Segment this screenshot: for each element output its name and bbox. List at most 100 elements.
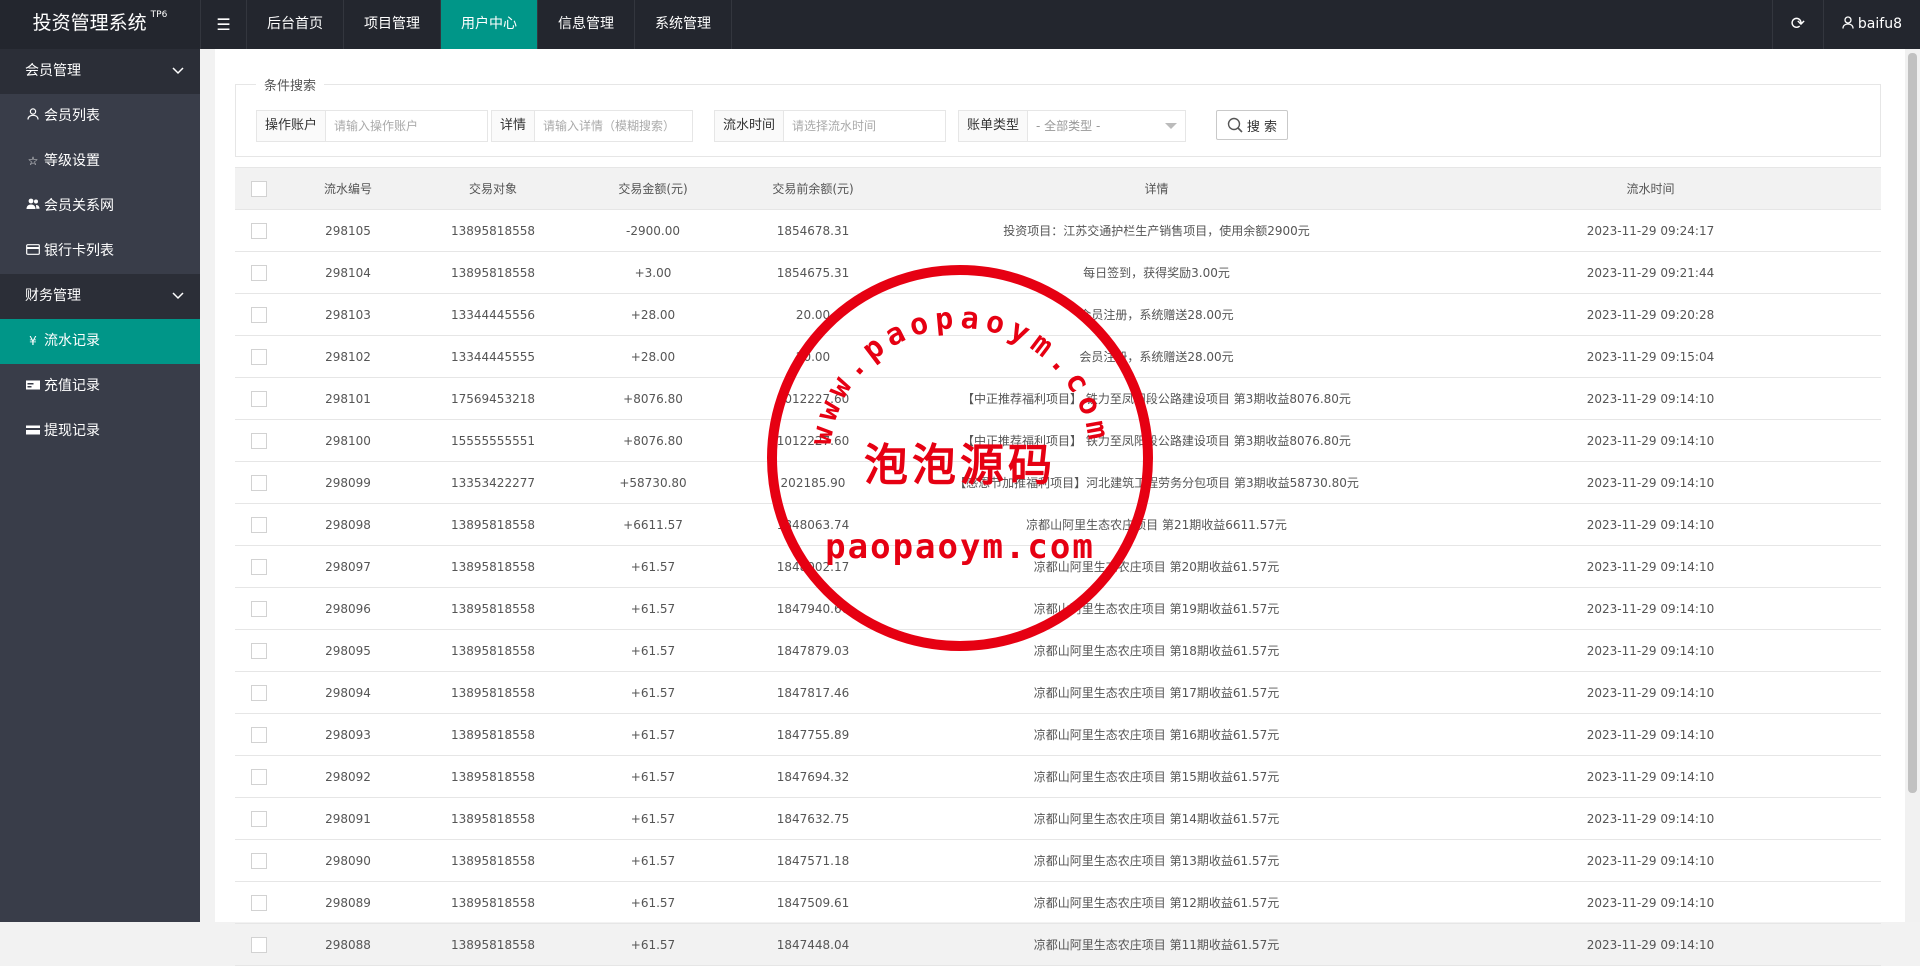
row-target: 13895818558	[413, 755, 573, 798]
row-checkbox[interactable]	[251, 222, 267, 239]
type-select[interactable]: - 全部类型 -	[1028, 111, 1185, 141]
nav-system[interactable]: 系统管理	[634, 0, 732, 49]
row-target: 13895818558	[413, 587, 573, 630]
row-target: 13895818558	[413, 671, 573, 714]
table-row: 298092 13895818558 +61.57 1847694.32 凉都山阿里生态…	[235, 755, 1881, 798]
row-target: 17569453218	[413, 377, 573, 420]
row-id: 298092	[283, 755, 413, 798]
table-row: 298094 13895818558 +61.57 1847817.46 凉都山阿里生态…	[235, 671, 1881, 714]
header-balance-before: 交易前余额(元)	[733, 167, 893, 210]
scrollbar-thumb[interactable]	[1908, 53, 1917, 793]
row-id: 298104	[283, 251, 413, 294]
account-input[interactable]	[326, 111, 488, 141]
row-checkbox[interactable]	[251, 432, 267, 449]
sidebar-item-recharge[interactable]: 充值记录	[0, 364, 200, 409]
row-detail: 凉都山阿里生态农庄项目 第11期收益61.57元	[893, 923, 1420, 966]
row-checkbox-cell	[235, 419, 283, 462]
row-id: 298101	[283, 377, 413, 420]
table-body: 298105 13895818558 -2900.00 1854678.31 投资项目：…	[235, 209, 1881, 966]
nav-dashboard[interactable]: 后台首页	[246, 0, 343, 49]
row-checkbox[interactable]	[251, 852, 267, 869]
row-checkbox[interactable]	[251, 306, 267, 323]
table-row: 298093 13895818558 +61.57 1847755.89 凉都山阿里生态…	[235, 713, 1881, 756]
nav-user-center[interactable]: 用户中心	[440, 0, 537, 49]
row-detail: 凉都山阿里生态农庄项目 第17期收益61.57元	[893, 671, 1420, 714]
row-checkbox[interactable]	[251, 558, 267, 575]
user-menu[interactable]: baifu8	[1822, 0, 1920, 49]
table-row: 298091 13895818558 +61.57 1847632.75 凉都山阿里生态…	[235, 797, 1881, 840]
detail-field: 详情	[491, 110, 694, 142]
row-checkbox-cell	[235, 503, 283, 546]
row-checkbox-cell	[235, 293, 283, 336]
row-checkbox[interactable]	[251, 810, 267, 827]
sidebar-item-bank-cards[interactable]: 银行卡列表	[0, 229, 200, 274]
row-checkbox[interactable]	[251, 516, 267, 533]
table-header-row: 流水编号 交易对象 交易金额(元) 交易前余额(元) 详情 流水时间	[235, 167, 1881, 210]
row-target: 13895818558	[413, 209, 573, 252]
row-checkbox[interactable]	[251, 264, 267, 281]
row-amount: +61.57	[573, 755, 733, 798]
row-detail: 会员注册，系统赠送28.00元	[893, 293, 1420, 336]
row-time: 2023-11-29 09:14:10	[1420, 629, 1881, 672]
row-id: 298102	[283, 335, 413, 378]
table-row: 298095 13895818558 +61.57 1847879.03 凉都山阿里生态…	[235, 629, 1881, 672]
row-amount: +61.57	[573, 713, 733, 756]
nav-projects[interactable]: 项目管理	[343, 0, 440, 49]
refresh-button[interactable]: ⟳	[1771, 0, 1823, 49]
row-time: 2023-11-29 09:14:10	[1420, 377, 1881, 420]
row-checkbox[interactable]	[251, 936, 267, 953]
row-checkbox[interactable]	[251, 474, 267, 491]
content-panel: 条件搜索 操作账户 详情 流水时间 账单类型 - 全部类型 -	[215, 49, 1905, 966]
app-title: 投资管理系统	[32, 12, 147, 34]
top-nav: ☰ 后台首页 项目管理 用户中心 信息管理 系统管理	[200, 0, 732, 49]
sidebar-group-members[interactable]: 会员管理	[0, 49, 200, 94]
table-row: 298096 13895818558 +61.57 1847940.60 凉都山阿里生态…	[235, 587, 1881, 630]
row-checkbox[interactable]	[251, 642, 267, 659]
sidebar-item-member-list[interactable]: 会员列表	[0, 94, 200, 139]
row-amount: +6611.57	[573, 503, 733, 546]
detail-input[interactable]	[535, 111, 693, 141]
row-checkbox[interactable]	[251, 600, 267, 617]
row-checkbox-cell	[235, 461, 283, 504]
row-checkbox-cell	[235, 377, 283, 420]
table-row: 298101 17569453218 +8076.80 1012227.60 【中正推荐…	[235, 377, 1881, 420]
row-balance-before: 20.00	[733, 293, 893, 336]
chevron-down-icon	[172, 292, 184, 300]
nav-info[interactable]: 信息管理	[537, 0, 634, 49]
row-balance-before: 202185.90	[733, 461, 893, 504]
scrollbar[interactable]	[1905, 49, 1920, 922]
sidebar-toggle-button[interactable]: ☰	[200, 0, 246, 49]
search-button[interactable]: 搜 索	[1216, 110, 1288, 140]
sidebar-group-label: 财务管理	[25, 288, 81, 304]
row-detail: 【中正推荐福利项目】 铁力至凤阳段公路建设项目 第3期收益8076.80元	[893, 419, 1420, 462]
row-checkbox[interactable]	[251, 348, 267, 365]
row-amount: +61.57	[573, 923, 733, 966]
row-detail: 每日签到，获得奖励3.00元	[893, 251, 1420, 294]
table-row: 298088 13895818558 +61.57 1847448.04 凉都山阿里生态…	[235, 923, 1881, 966]
row-checkbox[interactable]	[251, 684, 267, 701]
select-all-checkbox[interactable]	[251, 180, 267, 197]
sidebar-group-finance[interactable]: 财务管理	[0, 274, 200, 319]
row-target: 13895818558	[413, 839, 573, 882]
row-target: 13344445556	[413, 293, 573, 336]
row-checkbox[interactable]	[251, 390, 267, 407]
sidebar-item-member-network[interactable]: 会员关系网	[0, 184, 200, 229]
row-amount: +28.00	[573, 335, 733, 378]
sidebar-item-transactions[interactable]: ¥ 流水记录	[0, 319, 200, 364]
sidebar-item-withdraw[interactable]: 提现记录	[0, 409, 200, 454]
row-checkbox-cell	[235, 881, 283, 924]
row-time: 2023-11-29 09:15:04	[1420, 335, 1881, 378]
row-time: 2023-11-29 09:14:10	[1420, 671, 1881, 714]
app-logo[interactable]: 投资管理系统 TP6	[0, 0, 200, 49]
row-id: 298097	[283, 545, 413, 588]
time-input[interactable]	[784, 111, 946, 141]
row-balance-before: 20.00	[733, 335, 893, 378]
row-checkbox-cell	[235, 755, 283, 798]
row-target: 13344445555	[413, 335, 573, 378]
row-amount: +61.57	[573, 671, 733, 714]
row-detail: 【感恩节加推福利项目】河北建筑工程劳务分包项目 第3期收益58730.80元	[893, 461, 1420, 504]
row-checkbox[interactable]	[251, 768, 267, 785]
row-checkbox[interactable]	[251, 726, 267, 743]
row-checkbox[interactable]	[251, 894, 267, 911]
sidebar-item-level-settings[interactable]: ☆ 等级设置	[0, 139, 200, 184]
